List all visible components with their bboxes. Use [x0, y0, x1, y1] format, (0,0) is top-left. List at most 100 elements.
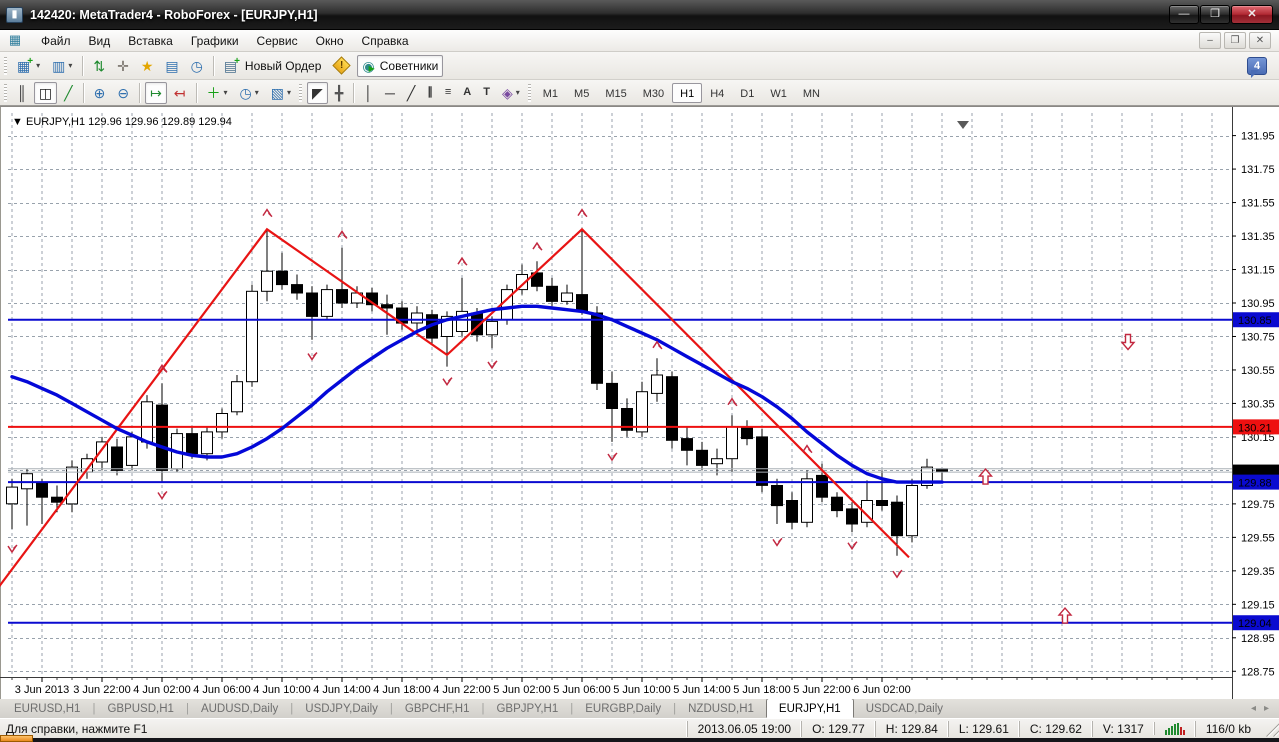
- vline-button[interactable]: │: [359, 82, 378, 104]
- ohlc-bars-icon: ║: [17, 84, 27, 101]
- favorites-button[interactable]: ★: [136, 55, 159, 77]
- periods-button[interactable]: ◷ ▾: [235, 82, 264, 104]
- timeframe-h1-button[interactable]: H1: [672, 82, 703, 103]
- maximize-button[interactable]: ❐: [1200, 5, 1230, 24]
- fibonacci-icon: ≡: [444, 86, 452, 98]
- indicators-button[interactable]: ＋ ▾: [202, 82, 233, 104]
- tab-scroll-left-icon[interactable]: ◂: [1251, 703, 1256, 714]
- notification-badge[interactable]: 4: [1247, 56, 1267, 78]
- minimize-button[interactable]: —: [1169, 5, 1199, 24]
- bars-chart-button[interactable]: ║: [12, 82, 32, 104]
- dropdown-arrow-icon[interactable]: ▾: [516, 88, 520, 97]
- mt4-window: ▮ 142420: MetaTrader4 - RoboForex - [EUR…: [0, 0, 1279, 742]
- menu-item-6[interactable]: Справка: [353, 32, 418, 50]
- templates-button[interactable]: ▧ ▾: [266, 82, 296, 104]
- time-tick-label: 5 Jun 22:00: [793, 684, 851, 696]
- tab-scroll-right-icon[interactable]: ▸: [1264, 703, 1269, 714]
- timeframe-h4-button[interactable]: H4: [702, 83, 732, 103]
- candle: [336, 289, 348, 304]
- connection-bars-icon: [1153, 722, 1195, 735]
- mdi-minimize-button[interactable]: –: [1199, 32, 1221, 49]
- tab-gbpjpy-h1[interactable]: GBPJPY,H1: [484, 701, 570, 717]
- arrows-button[interactable]: ◈ ▾: [497, 82, 525, 104]
- tab-gbpusd-h1[interactable]: GBPUSD,H1: [95, 701, 185, 717]
- status-cell-0: 2013.06.05 19:00: [686, 720, 801, 737]
- alert-button[interactable]: !: [328, 55, 355, 77]
- candle: [636, 391, 648, 433]
- tab-audusd-daily[interactable]: AUDUSD,Daily: [189, 701, 290, 717]
- menu-item-0[interactable]: Файл: [32, 32, 80, 50]
- fibo-button[interactable]: ≡: [440, 82, 456, 104]
- tab-gbpchf-h1[interactable]: GBPCHF,H1: [393, 701, 482, 717]
- close-button[interactable]: ✕: [1231, 5, 1273, 24]
- mdi-close-button[interactable]: ✕: [1249, 32, 1271, 49]
- dropdown-arrow-icon[interactable]: ▾: [224, 88, 228, 97]
- tester-icon: ◷: [190, 57, 203, 74]
- text-button[interactable]: A: [458, 82, 476, 104]
- tester-button[interactable]: ◷: [186, 55, 208, 77]
- menu-item-5[interactable]: Окно: [307, 32, 353, 50]
- zoom-in-button[interactable]: ⊕: [89, 82, 111, 104]
- candle: [201, 431, 213, 455]
- navigator-icon: ✛: [117, 57, 129, 74]
- shift-chart-button[interactable]: ↤: [169, 82, 191, 104]
- experts-button[interactable]: ◉ ▶ Советники: [357, 54, 444, 77]
- terminal-button[interactable]: ▤: [160, 55, 183, 77]
- label-button[interactable]: T: [478, 82, 495, 104]
- new-chart-button[interactable]: ▦ + ▾: [12, 55, 45, 77]
- tab-eurgbp-daily[interactable]: EURGBP,Daily: [573, 701, 673, 717]
- channel-button[interactable]: ∥: [422, 82, 438, 104]
- menu-item-1[interactable]: Вид: [80, 32, 120, 50]
- toolbar-separator: [82, 82, 84, 103]
- menu-item-3[interactable]: Графики: [182, 32, 248, 50]
- candle: [111, 446, 123, 471]
- line-chart-button[interactable]: ╱: [59, 82, 77, 104]
- autoscroll-icon: ↦: [150, 84, 162, 101]
- market-watch-button[interactable]: ⇅: [88, 55, 110, 77]
- tab-eurusd-h1[interactable]: EURUSD,H1: [2, 701, 92, 717]
- dropdown-arrow-icon[interactable]: ▾: [36, 61, 40, 70]
- candle: [801, 478, 813, 523]
- menu-item-4[interactable]: Сервис: [248, 32, 307, 50]
- timeframe-m1-button[interactable]: M1: [535, 83, 566, 103]
- time-tick-label: 5 Jun 10:00: [613, 684, 671, 696]
- symbol-dropdown-icon[interactable]: ▼: [12, 116, 23, 128]
- hline-button[interactable]: ─: [380, 82, 400, 104]
- timeframe-mn-button[interactable]: MN: [795, 83, 828, 103]
- zoom-out-button[interactable]: ⊖: [112, 82, 134, 104]
- price-tick-label: 129.35: [1241, 566, 1275, 578]
- price-tick-label: 129.75: [1241, 499, 1275, 511]
- tab-nzdusd-h1[interactable]: NZDUSD,H1: [676, 701, 766, 717]
- toolbar-separator: [353, 82, 355, 103]
- price-tick-label: 131.75: [1241, 164, 1275, 176]
- menu-item-2[interactable]: Вставка: [119, 32, 182, 50]
- dropdown-arrow-icon[interactable]: ▾: [287, 88, 291, 97]
- price-tick-label: 130.35: [1241, 398, 1275, 410]
- cursor-button[interactable]: ◤: [307, 81, 328, 104]
- new-order-button[interactable]: ▤ + Новый Ордер: [219, 55, 327, 77]
- navigator-button[interactable]: ✛: [112, 55, 134, 77]
- profiles-button[interactable]: ▥ ▾: [47, 55, 77, 77]
- dropdown-arrow-icon[interactable]: ▾: [255, 88, 259, 97]
- mdi-restore-button[interactable]: ❐: [1224, 32, 1246, 49]
- autoscroll-button[interactable]: ↦: [145, 81, 167, 104]
- vertical-line-icon: │: [364, 84, 373, 101]
- timeframe-w1-button[interactable]: W1: [762, 83, 795, 103]
- tab-usdcad-daily[interactable]: USDCAD,Daily: [854, 701, 955, 717]
- candles-chart-button[interactable]: ◫: [33, 81, 58, 104]
- time-tick-label: 5 Jun 14:00: [673, 684, 731, 696]
- resize-grip[interactable]: [1263, 720, 1279, 737]
- dropdown-arrow-icon[interactable]: ▾: [68, 61, 72, 70]
- chart-shift-icon: ↤: [173, 84, 186, 101]
- experts-button-label: Советники: [379, 58, 439, 73]
- tab-eurjpy-h1[interactable]: EURJPY,H1: [765, 698, 854, 718]
- timeframe-m15-button[interactable]: M15: [597, 83, 634, 103]
- timeframe-d1-button[interactable]: D1: [732, 83, 762, 103]
- trendline-button[interactable]: ╱: [402, 82, 420, 104]
- price-badge: 129.88: [1233, 474, 1279, 490]
- crosshair-button[interactable]: ╋: [330, 82, 348, 104]
- timeframe-m30-button[interactable]: M30: [635, 83, 672, 103]
- tab-usdjpy-daily[interactable]: USDJPY,Daily: [293, 701, 390, 717]
- price-tick-label: 130.55: [1241, 365, 1275, 377]
- timeframe-m5-button[interactable]: M5: [566, 83, 597, 103]
